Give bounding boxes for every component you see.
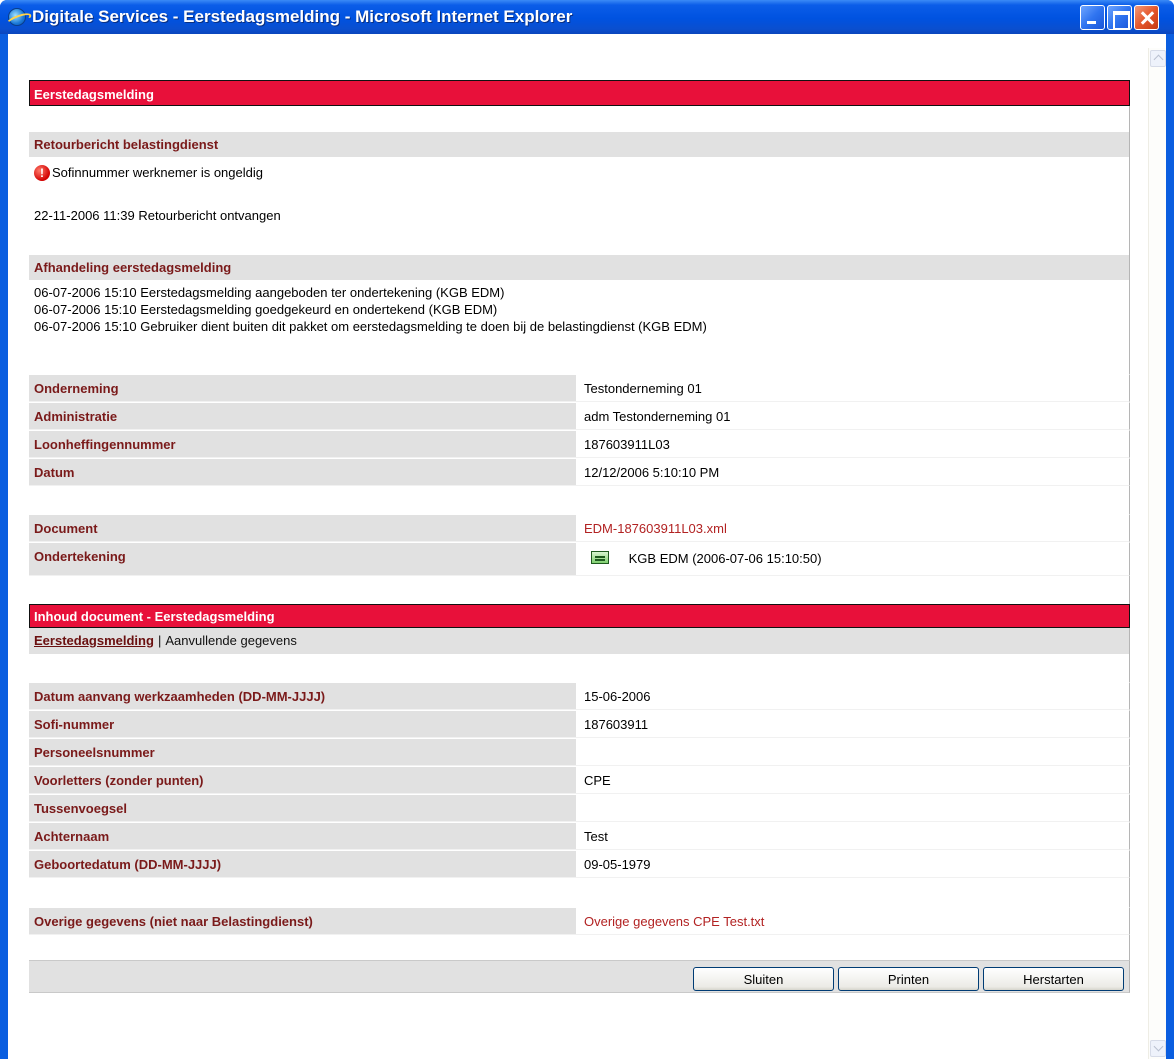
page-content: Eerstedagsmelding Retourbericht belastin… — [29, 80, 1130, 993]
window-title: Digitale Services - Eerstedagsmelding - … — [32, 7, 573, 26]
log-line: 06-07-2006 15:10 Gebruiker dient buiten … — [34, 319, 707, 334]
field-value-cell: EDM-187603911L03.xml — [578, 515, 1129, 541]
printen-button[interactable]: Printen — [838, 967, 979, 991]
field-label: Loonheffingennummer — [29, 431, 578, 457]
log-line: 06-07-2006 15:10 Eerstedagsmelding aange… — [34, 285, 505, 300]
field-value: 15-06-2006 — [578, 683, 1129, 709]
maximize-button[interactable] — [1107, 5, 1132, 30]
field-label: Voorletters (zonder punten) — [29, 767, 578, 793]
field-value: 187603911 — [578, 711, 1129, 737]
field-row-ondertekening: Ondertekening KGB EDM (2006-07-06 15:10:… — [29, 542, 1130, 576]
field-row-personeelsnummer: Personeelsnummer — [29, 738, 1130, 766]
document-tabs: Eerstedagsmelding | Aanvullende gegevens — [29, 628, 1130, 654]
tab-separator: | — [157, 633, 162, 648]
close-window-button[interactable] — [1134, 5, 1159, 30]
field-label: Administratie — [29, 403, 578, 429]
tab-eerstedagsmelding[interactable]: Eerstedagsmelding — [34, 633, 154, 654]
error-message: Sofinnummer werknemer is ongeldig — [52, 165, 263, 180]
field-label: Geboortedatum (DD-MM-JJJJ) — [29, 851, 578, 877]
error-message-row: ! Sofinnummer werknemer is ongeldig — [29, 157, 1130, 189]
minimize-button[interactable] — [1080, 5, 1105, 30]
spacer — [29, 346, 1130, 374]
field-label: Document — [29, 515, 578, 541]
field-row-achternaam: Achternaam Test — [29, 822, 1130, 850]
spacer — [29, 935, 1130, 960]
field-row-voorletters: Voorletters (zonder punten) CPE — [29, 766, 1130, 794]
signature-certificate-icon[interactable] — [591, 551, 609, 564]
field-row-datum-aanvang: Datum aanvang werkzaamheden (DD-MM-JJJJ)… — [29, 682, 1130, 710]
afhandeling-log: 06-07-2006 15:10 Eerstedagsmelding aange… — [29, 280, 1130, 346]
field-value — [578, 795, 1129, 821]
scroll-up-arrow-icon[interactable] — [1150, 50, 1166, 67]
log-line: 06-07-2006 15:10 Eerstedagsmelding goedg… — [34, 302, 498, 317]
field-value: Test — [578, 823, 1129, 849]
internet-explorer-icon — [8, 8, 26, 26]
field-row-document: Document EDM-187603911L03.xml — [29, 514, 1130, 542]
herstarten-button[interactable]: Herstarten — [983, 967, 1124, 991]
field-value: adm Testonderneming 01 — [578, 403, 1129, 429]
scroll-down-arrow-icon[interactable] — [1150, 1040, 1166, 1057]
field-row-overige-gegevens: Overige gegevens (niet naar Belastingdie… — [29, 907, 1130, 935]
spacer — [29, 878, 1130, 907]
vertical-scrollbar[interactable] — [1148, 48, 1166, 1059]
field-label: Tussenvoegsel — [29, 795, 578, 821]
page-viewport: Eerstedagsmelding Retourbericht belastin… — [8, 34, 1166, 1059]
field-row-loonheffingennummer: Loonheffingennummer 187603911L03 — [29, 430, 1130, 458]
field-label: Achternaam — [29, 823, 578, 849]
received-text: 22-11-2006 11:39 Retourbericht ontvangen — [34, 208, 281, 223]
field-label: Datum aanvang werkzaamheden (DD-MM-JJJJ) — [29, 683, 578, 709]
field-row-administratie: Administratie adm Testonderneming 01 — [29, 402, 1130, 430]
field-label: Personeelsnummer — [29, 739, 578, 765]
field-value: Testonderneming 01 — [578, 375, 1129, 401]
section-title-retourbericht: Retourbericht belastingdienst — [29, 132, 1130, 157]
signature-value: KGB EDM (2006-07-06 15:10:50) — [628, 551, 822, 566]
inhoud-title: Inhoud document - Eerstedagsmelding — [29, 604, 1130, 628]
spacer — [29, 576, 1130, 604]
sluiten-button[interactable]: Sluiten — [693, 967, 834, 991]
browser-window: Digitale Services - Eerstedagsmelding - … — [0, 0, 1174, 1059]
field-row-tussenvoegsel: Tussenvoegsel — [29, 794, 1130, 822]
spacer — [29, 654, 1130, 682]
received-line: 22-11-2006 11:39 Retourbericht ontvangen — [29, 189, 1130, 227]
field-label: Overige gegevens (niet naar Belastingdie… — [29, 908, 578, 934]
field-value: CPE — [578, 767, 1129, 793]
field-label: Onderneming — [29, 375, 578, 401]
overige-gegevens-link[interactable]: Overige gegevens CPE Test.txt — [584, 914, 764, 929]
field-value — [578, 739, 1129, 765]
spacer — [29, 486, 1130, 514]
button-bar: Sluiten Printen Herstarten — [29, 960, 1130, 993]
field-value-cell: KGB EDM (2006-07-06 15:10:50) — [578, 543, 1129, 575]
field-row-sofi-nummer: Sofi-nummer 187603911 — [29, 710, 1130, 738]
spacer — [29, 106, 1130, 132]
field-value: 09-05-1979 — [578, 851, 1129, 877]
field-row-datum: Datum 12/12/2006 5:10:10 PM — [29, 458, 1130, 486]
field-label: Ondertekening — [29, 543, 578, 575]
title-bar[interactable]: Digitale Services - Eerstedagsmelding - … — [0, 0, 1174, 34]
field-label: Sofi-nummer — [29, 711, 578, 737]
spacer — [29, 227, 1130, 255]
section-title-afhandeling: Afhandeling eerstedagsmelding — [29, 255, 1130, 280]
field-row-geboortedatum: Geboortedatum (DD-MM-JJJJ) 09-05-1979 — [29, 850, 1130, 878]
field-value: 187603911L03 — [578, 431, 1129, 457]
page-title: Eerstedagsmelding — [29, 80, 1130, 106]
field-value-cell: Overige gegevens CPE Test.txt — [578, 908, 1129, 934]
tab-aanvullende-gegevens[interactable]: Aanvullende gegevens — [165, 633, 297, 654]
error-icon: ! — [34, 165, 50, 181]
field-label: Datum — [29, 459, 578, 485]
field-row-onderneming: Onderneming Testonderneming 01 — [29, 374, 1130, 402]
field-value: 12/12/2006 5:10:10 PM — [578, 459, 1129, 485]
document-link[interactable]: EDM-187603911L03.xml — [584, 521, 727, 536]
